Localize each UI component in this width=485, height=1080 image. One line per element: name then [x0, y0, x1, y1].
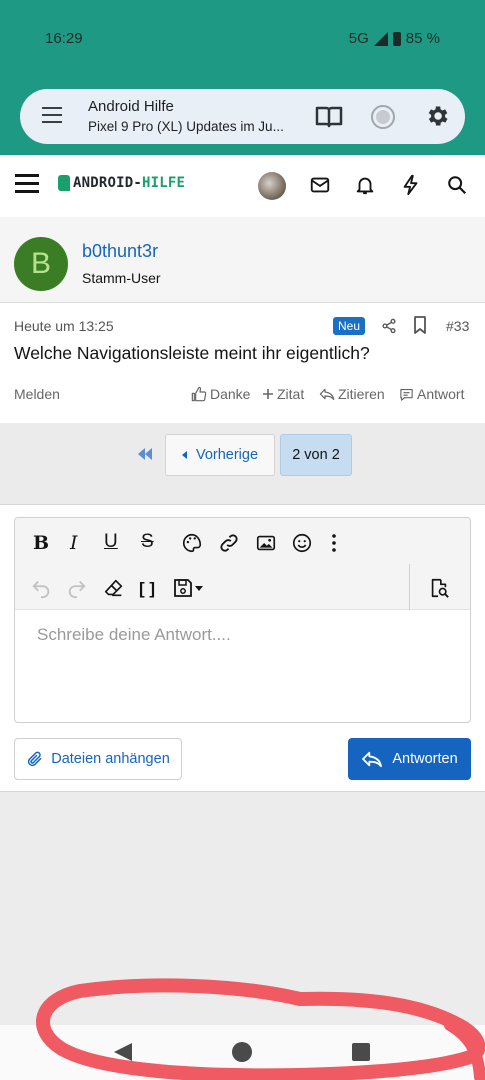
answer-label: Antwort — [417, 386, 465, 402]
previous-label: Vorherige — [195, 447, 259, 463]
hamburger-icon[interactable] — [15, 174, 39, 194]
tab-title: Android Hilfe — [88, 98, 174, 115]
reply-submit-button[interactable]: Antworten — [348, 738, 471, 780]
reply-icon — [319, 388, 335, 400]
first-page-icon[interactable] — [136, 447, 154, 461]
link-icon[interactable] — [218, 532, 240, 554]
mail-icon[interactable] — [309, 174, 331, 196]
paperclip-icon — [28, 751, 42, 767]
menu-icon[interactable] — [42, 107, 62, 123]
more-icon[interactable] — [330, 533, 338, 553]
plus-icon — [263, 389, 273, 399]
multiquote-label: Zitieren — [338, 386, 385, 402]
post-body: Heute um 13:25 Neu #33 Welche Navigation… — [0, 303, 485, 423]
attach-label: Dateien anhängen — [51, 751, 170, 767]
bbcode-toggle-button[interactable]: [ ] — [139, 579, 155, 599]
previous-page-button[interactable]: Vorherige — [165, 434, 275, 476]
thanks-label: Danke — [210, 386, 251, 402]
bell-icon[interactable] — [354, 174, 376, 196]
new-badge: Neu — [333, 317, 366, 335]
post-number[interactable]: #33 — [446, 318, 469, 334]
attach-files-button[interactable]: Dateien anhängen — [14, 738, 182, 780]
reply-arrow-icon — [362, 751, 383, 768]
settings-gear-icon[interactable] — [424, 103, 450, 129]
signal-icon — [373, 31, 388, 46]
save-draft-icon[interactable] — [172, 577, 206, 599]
user-avatar[interactable] — [258, 172, 286, 200]
reader-mode-icon[interactable] — [315, 105, 343, 129]
battery-level: 85 % — [405, 30, 440, 47]
network-label: 5G — [348, 30, 369, 47]
current-page-indicator[interactable]: 2 von 2 — [280, 434, 352, 476]
post-author-block: B b0thunt3r Stamm-User — [0, 217, 485, 303]
reply-textarea[interactable]: Schreibe deine Antwort.... — [37, 625, 231, 645]
logo-text-accent: HILFE — [142, 175, 186, 191]
thanks-link[interactable]: Danke — [191, 386, 250, 402]
reply-label: Antworten — [392, 751, 458, 767]
thumbs-up-icon — [191, 386, 207, 402]
site-header: ANDROID-HILFE — [0, 155, 485, 217]
search-icon[interactable] — [446, 174, 468, 196]
record-icon[interactable] — [371, 105, 395, 129]
author-name[interactable]: b0thunt3r — [82, 241, 158, 262]
author-role: Stamm-User — [82, 270, 161, 286]
italic-button[interactable]: I — [70, 532, 78, 554]
logo-text-main: ANDROID- — [73, 175, 143, 191]
custom-tab-toolbar: Android Hilfe Pixel 9 Pro (XL) Updates i… — [20, 89, 465, 144]
author-avatar[interactable]: B — [14, 237, 68, 291]
report-label: Melden — [14, 386, 60, 402]
palette-icon[interactable] — [181, 532, 203, 554]
quick-reply: B I U S [] Schreibe deine Antwort.... D… — [0, 505, 485, 792]
status-right: 5G 85 % — [349, 30, 440, 47]
eraser-icon[interactable] — [103, 577, 125, 599]
answer-link[interactable]: Antwort — [399, 386, 464, 402]
pagination: Vorherige 2 von 2 — [0, 423, 485, 505]
site-logo[interactable]: ANDROID-HILFE — [58, 175, 185, 191]
quote-label: Zitat — [277, 386, 305, 402]
multiquote-link[interactable]: Zitieren — [319, 386, 385, 402]
post-date[interactable]: Heute um 13:25 — [14, 318, 114, 334]
bookmark-icon[interactable] — [413, 316, 427, 334]
bolt-icon[interactable] — [400, 174, 422, 196]
status-time: 16:29 — [45, 30, 83, 47]
underline-button[interactable]: U — [104, 531, 118, 553]
preview-icon[interactable] — [428, 577, 450, 599]
post-text: Welche Navigationsleiste meint ihr eigen… — [14, 343, 370, 363]
annotation-scribble — [36, 978, 485, 1080]
image-icon[interactable] — [255, 532, 277, 554]
logo-mark-icon — [58, 175, 70, 191]
reply-editor: B I U S [] Schreibe deine Antwort.... — [14, 517, 471, 723]
redo-icon[interactable] — [66, 577, 88, 599]
quote-link[interactable]: Zitat — [262, 386, 304, 402]
undo-icon[interactable] — [30, 577, 52, 599]
emoji-icon[interactable] — [291, 532, 313, 554]
editor-toolbar: B I U S [] — [15, 518, 470, 610]
toolbar-divider — [409, 564, 410, 610]
bold-button[interactable]: B — [33, 532, 49, 554]
battery-icon — [392, 31, 401, 46]
strikethrough-button[interactable]: S — [141, 531, 154, 553]
comment-icon — [400, 388, 413, 401]
chevron-left-icon — [181, 451, 187, 459]
share-icon[interactable] — [381, 317, 397, 335]
tab-url-subtitle[interactable]: Pixel 9 Pro (XL) Updates im Ju... — [88, 119, 300, 134]
report-link[interactable]: Melden — [14, 386, 60, 402]
